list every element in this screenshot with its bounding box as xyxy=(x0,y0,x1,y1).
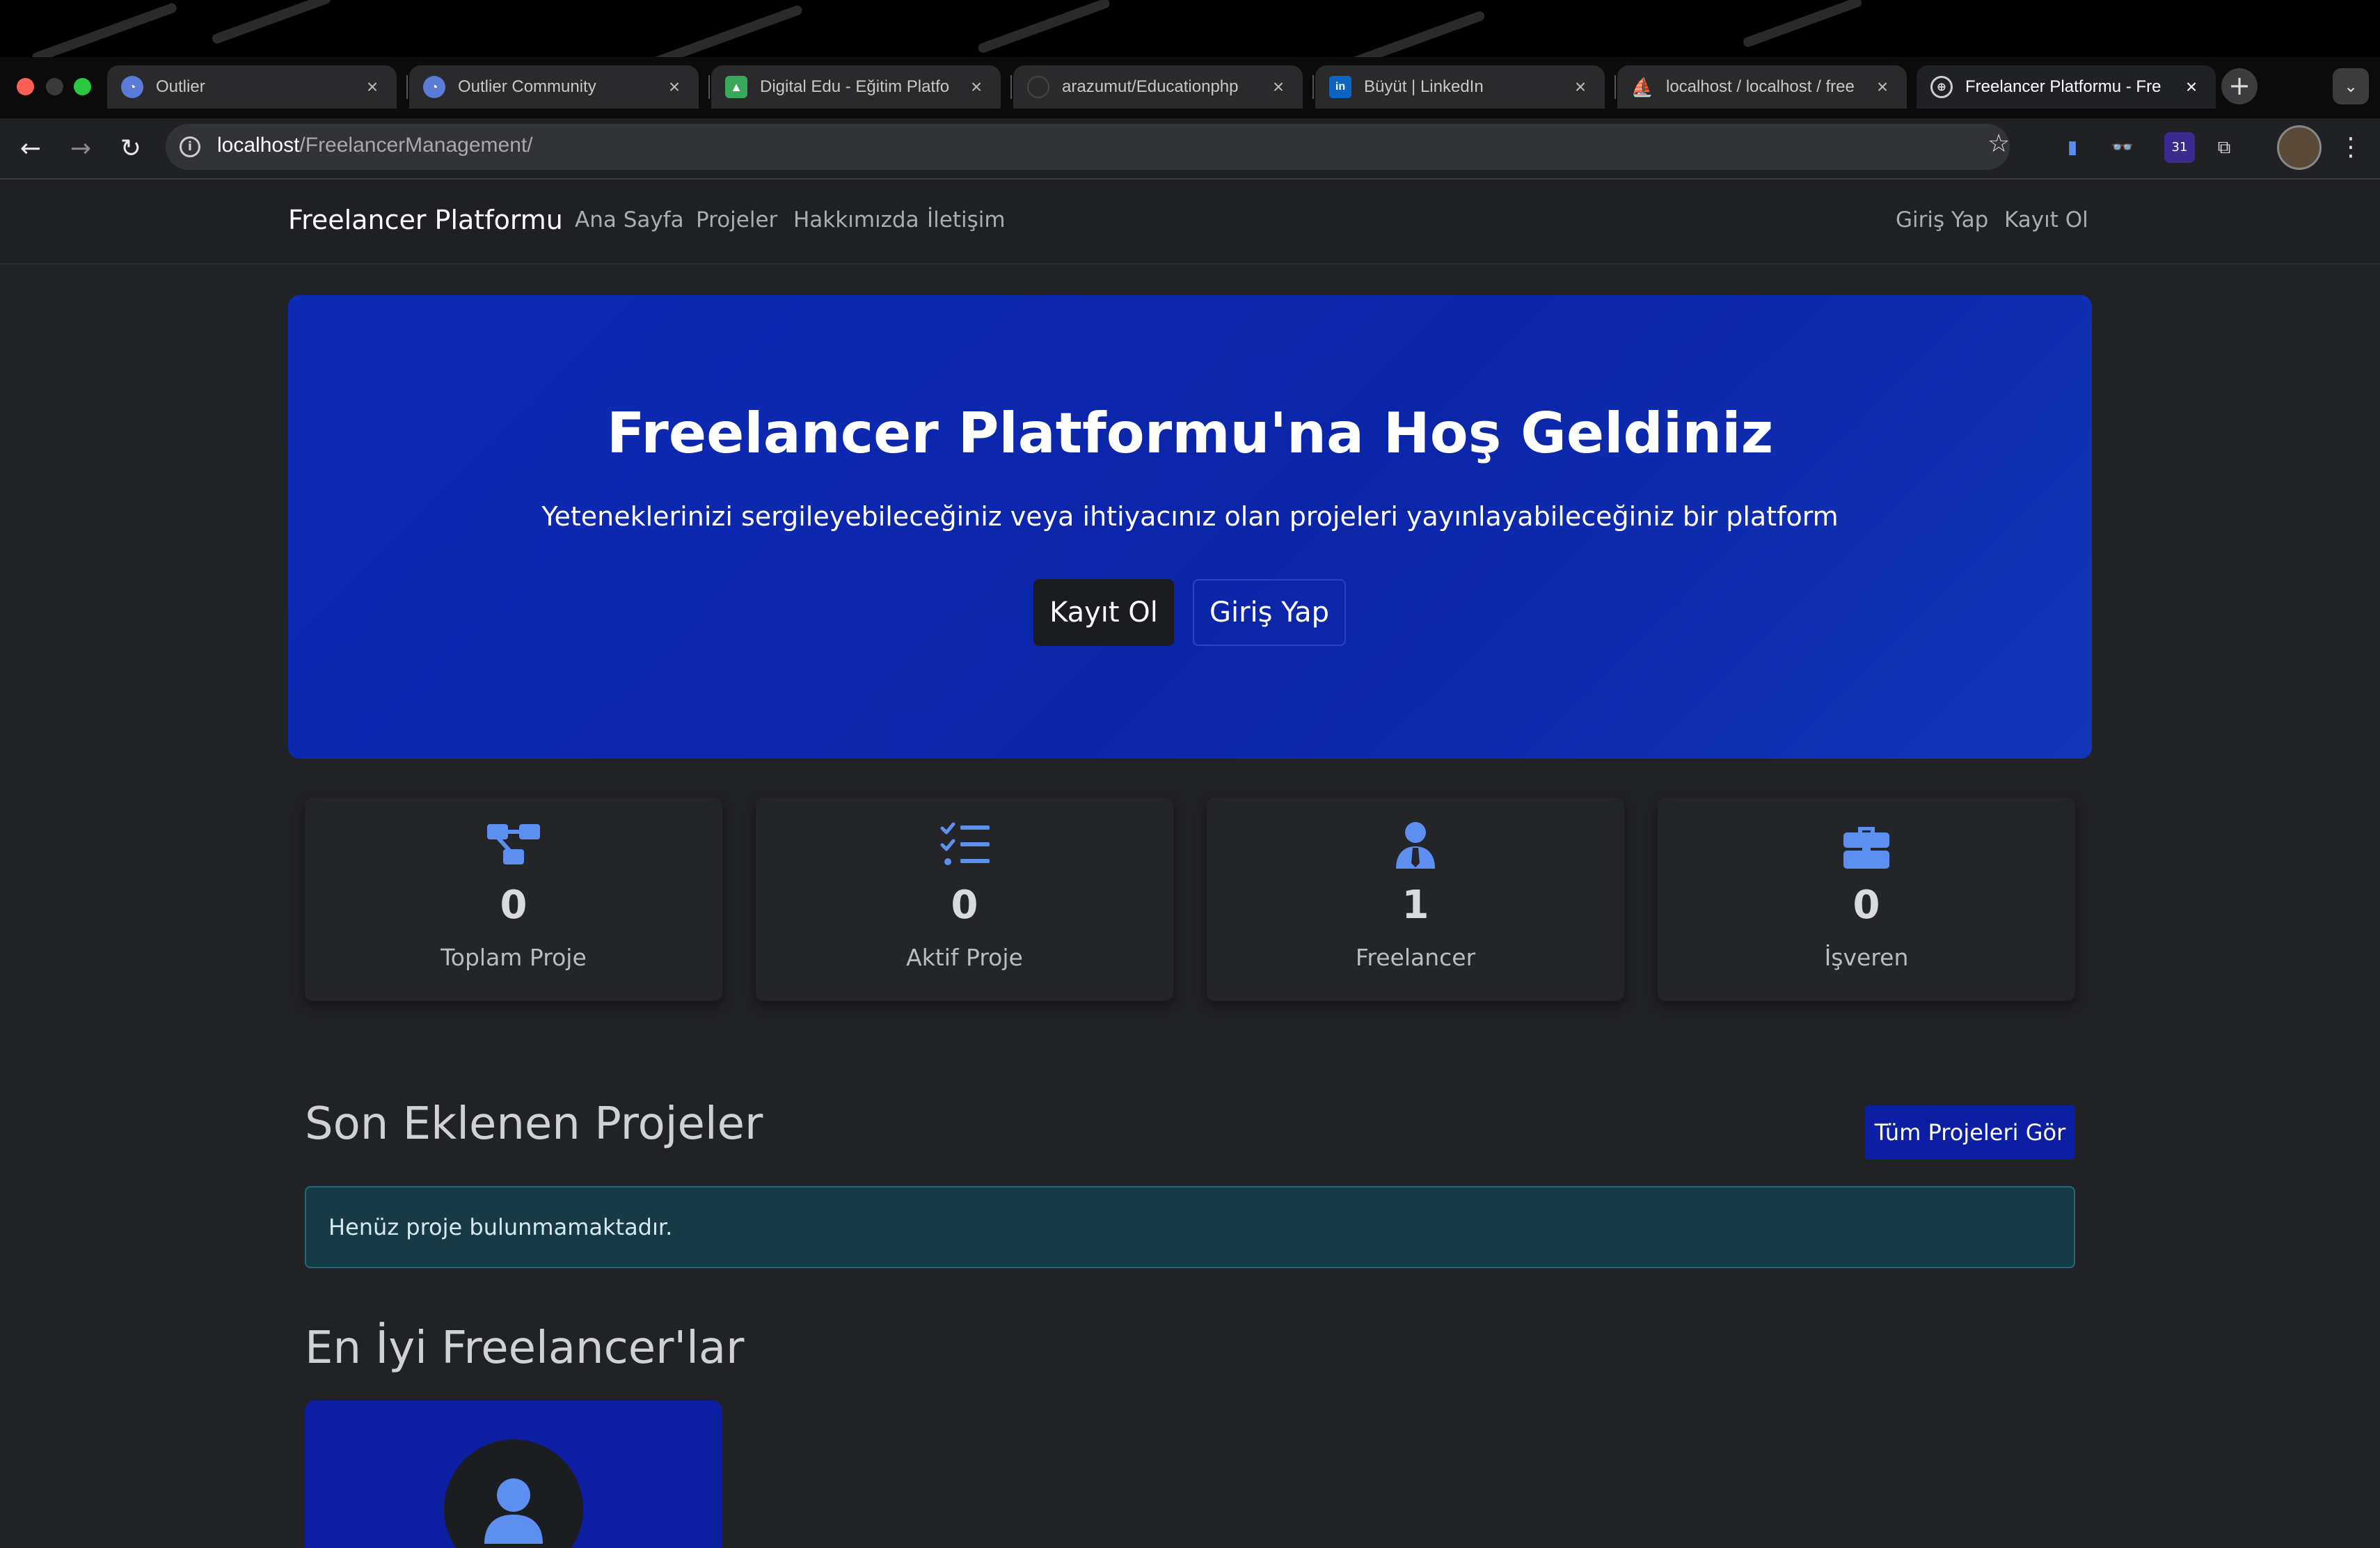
navbar-brand[interactable]: Freelancer Platformu xyxy=(288,205,563,235)
tab-phpmyadmin[interactable]: ⛵ localhost / localhost / free × xyxy=(1617,65,1907,109)
stat-card-freelancers: 1 Freelancer xyxy=(1207,798,1624,1001)
linkedin-favicon-icon: in xyxy=(1329,76,1351,98)
stat-card-total-projects: 0 Toplam Proje xyxy=(305,798,722,1001)
browser-chrome: ◔ Outlier × ◔ Outlier Community × ▲ Digi… xyxy=(0,0,2380,180)
profile-avatar[interactable] xyxy=(2277,125,2322,170)
tab-search-button[interactable]: ⌄ xyxy=(2333,68,2369,104)
project-diagram-icon xyxy=(487,824,540,864)
tab-outlier-community[interactable]: ◔ Outlier Community × xyxy=(409,65,699,109)
window-minimize-button[interactable] xyxy=(46,78,63,95)
briefcase-icon xyxy=(1843,827,1889,869)
reload-icon[interactable]: ↻ xyxy=(113,131,149,167)
nav-link-projects[interactable]: Projeler xyxy=(696,207,777,232)
incognito-extension-icon[interactable]: 👓 xyxy=(2107,132,2138,163)
url-host: localhost xyxy=(217,134,300,157)
nav-register-link[interactable]: Kayıt Ol xyxy=(2004,207,2088,232)
tab-close-icon[interactable]: × xyxy=(1872,76,1893,98)
stat-label: Freelancer xyxy=(1355,944,1476,971)
user-tie-icon xyxy=(1396,822,1435,869)
tab-github[interactable]: arazumut/Educationphp × xyxy=(1013,65,1303,109)
url-text[interactable]: localhost/FreelancerManagement/ xyxy=(217,134,533,157)
best-freelancers-heading: En İyi Freelancer'lar xyxy=(305,1322,745,1374)
stat-label: İşveren xyxy=(1824,944,1909,971)
new-tab-button[interactable]: + xyxy=(2221,68,2258,104)
site-info-icon[interactable]: i xyxy=(180,136,200,157)
nav-link-contact[interactable]: İletişim xyxy=(927,207,1006,232)
back-icon[interactable]: ← xyxy=(13,131,49,167)
stat-value: 1 xyxy=(1402,883,1429,928)
bookmark-star-icon[interactable]: ☆ xyxy=(1988,129,2010,158)
stat-value: 0 xyxy=(951,883,978,928)
site-navbar: Freelancer Platformu Ana Sayfa Projeler … xyxy=(0,180,2380,264)
hero-subtitle: Yeteneklerinizi sergileyebileceğiniz vey… xyxy=(541,501,1839,532)
stat-value: 0 xyxy=(500,883,527,928)
tasks-icon xyxy=(940,822,990,865)
stat-card-active-projects: 0 Aktif Proje xyxy=(756,798,1173,1001)
tab-title: localhost / localhost / free xyxy=(1666,77,1855,96)
tab-title: Outlier xyxy=(156,77,205,96)
view-all-projects-button[interactable]: Tüm Projeleri Gör xyxy=(1865,1105,2075,1160)
graduation-favicon-icon: ▲ xyxy=(725,76,747,98)
docs-extension-icon[interactable]: ▮ xyxy=(2057,132,2088,163)
tab-close-icon[interactable]: × xyxy=(664,76,685,98)
stat-label: Toplam Proje xyxy=(441,944,587,971)
tab-title: Freelancer Platformu - Fre xyxy=(1965,77,2161,96)
tab-digital-edu[interactable]: ▲ Digital Edu - Eğitim Platfo × xyxy=(711,65,1001,109)
tab-title: Digital Edu - Eğitim Platfo xyxy=(760,77,950,96)
hero-banner: Freelancer Platformu'na Hoş Geldiniz Yet… xyxy=(288,295,2092,759)
empty-projects-message: Henüz proje bulunmamaktadır. xyxy=(328,1214,673,1240)
hero-title: Freelancer Platformu'na Hoş Geldiniz xyxy=(606,401,1774,466)
globe-favicon-icon: ⊕ xyxy=(1930,76,1953,98)
tab-linkedin[interactable]: in Büyüt | LinkedIn × xyxy=(1315,65,1605,109)
stat-card-employers: 0 İşveren xyxy=(1658,798,2075,1001)
tab-title: Outlier Community xyxy=(458,77,596,96)
empty-projects-alert: Henüz proje bulunmamaktadır. xyxy=(305,1186,2075,1268)
browser-menu-icon[interactable]: ⋮ xyxy=(2338,129,2363,166)
github-favicon-icon xyxy=(1027,76,1049,98)
hero-login-button[interactable]: Giriş Yap xyxy=(1193,579,1346,646)
stat-label: Aktif Proje xyxy=(906,944,1023,971)
freelancer-card[interactable] xyxy=(305,1400,722,1548)
tab-freelancer-platformu[interactable]: ⊕ Freelancer Platformu - Fre × xyxy=(1917,65,2216,109)
phpmyadmin-favicon-icon: ⛵ xyxy=(1631,76,1654,97)
url-path: /FreelancerManagement/ xyxy=(299,134,533,157)
tab-title: arazumut/Educationphp xyxy=(1062,77,1239,96)
window-maximize-button[interactable] xyxy=(74,78,91,95)
nav-link-about[interactable]: Hakkımızda xyxy=(793,207,919,232)
tab-title: Büyüt | LinkedIn xyxy=(1364,77,1484,96)
extensions-puzzle-icon[interactable]: ⧉ xyxy=(2209,132,2239,163)
calendar-extension-icon[interactable]: 31 xyxy=(2164,132,2195,163)
tab-outlier[interactable]: ◔ Outlier × xyxy=(107,65,397,109)
tab-close-icon[interactable]: × xyxy=(1268,76,1289,98)
recent-projects-heading: Son Eklenen Projeler xyxy=(305,1098,763,1150)
user-icon xyxy=(484,1478,543,1544)
hero-register-button[interactable]: Kayıt Ol xyxy=(1033,579,1174,646)
outlier-favicon-icon: ◔ xyxy=(423,76,445,98)
window-close-button[interactable] xyxy=(17,78,34,95)
tab-close-icon[interactable]: × xyxy=(362,76,383,98)
page-viewport: Freelancer Platformu Ana Sayfa Projeler … xyxy=(0,180,2380,1548)
forward-icon[interactable]: → xyxy=(63,131,99,167)
window-title-bar xyxy=(0,0,2380,57)
tab-close-icon[interactable]: × xyxy=(966,76,987,98)
freelancer-avatar xyxy=(444,1439,583,1548)
tab-close-icon[interactable]: × xyxy=(1570,76,1591,98)
nav-link-home[interactable]: Ana Sayfa xyxy=(575,207,684,232)
stat-value: 0 xyxy=(1853,883,1880,928)
nav-login-link[interactable]: Giriş Yap xyxy=(1896,207,1988,232)
outlier-favicon-icon: ◔ xyxy=(121,76,143,98)
tab-close-icon[interactable]: × xyxy=(2181,76,2202,98)
